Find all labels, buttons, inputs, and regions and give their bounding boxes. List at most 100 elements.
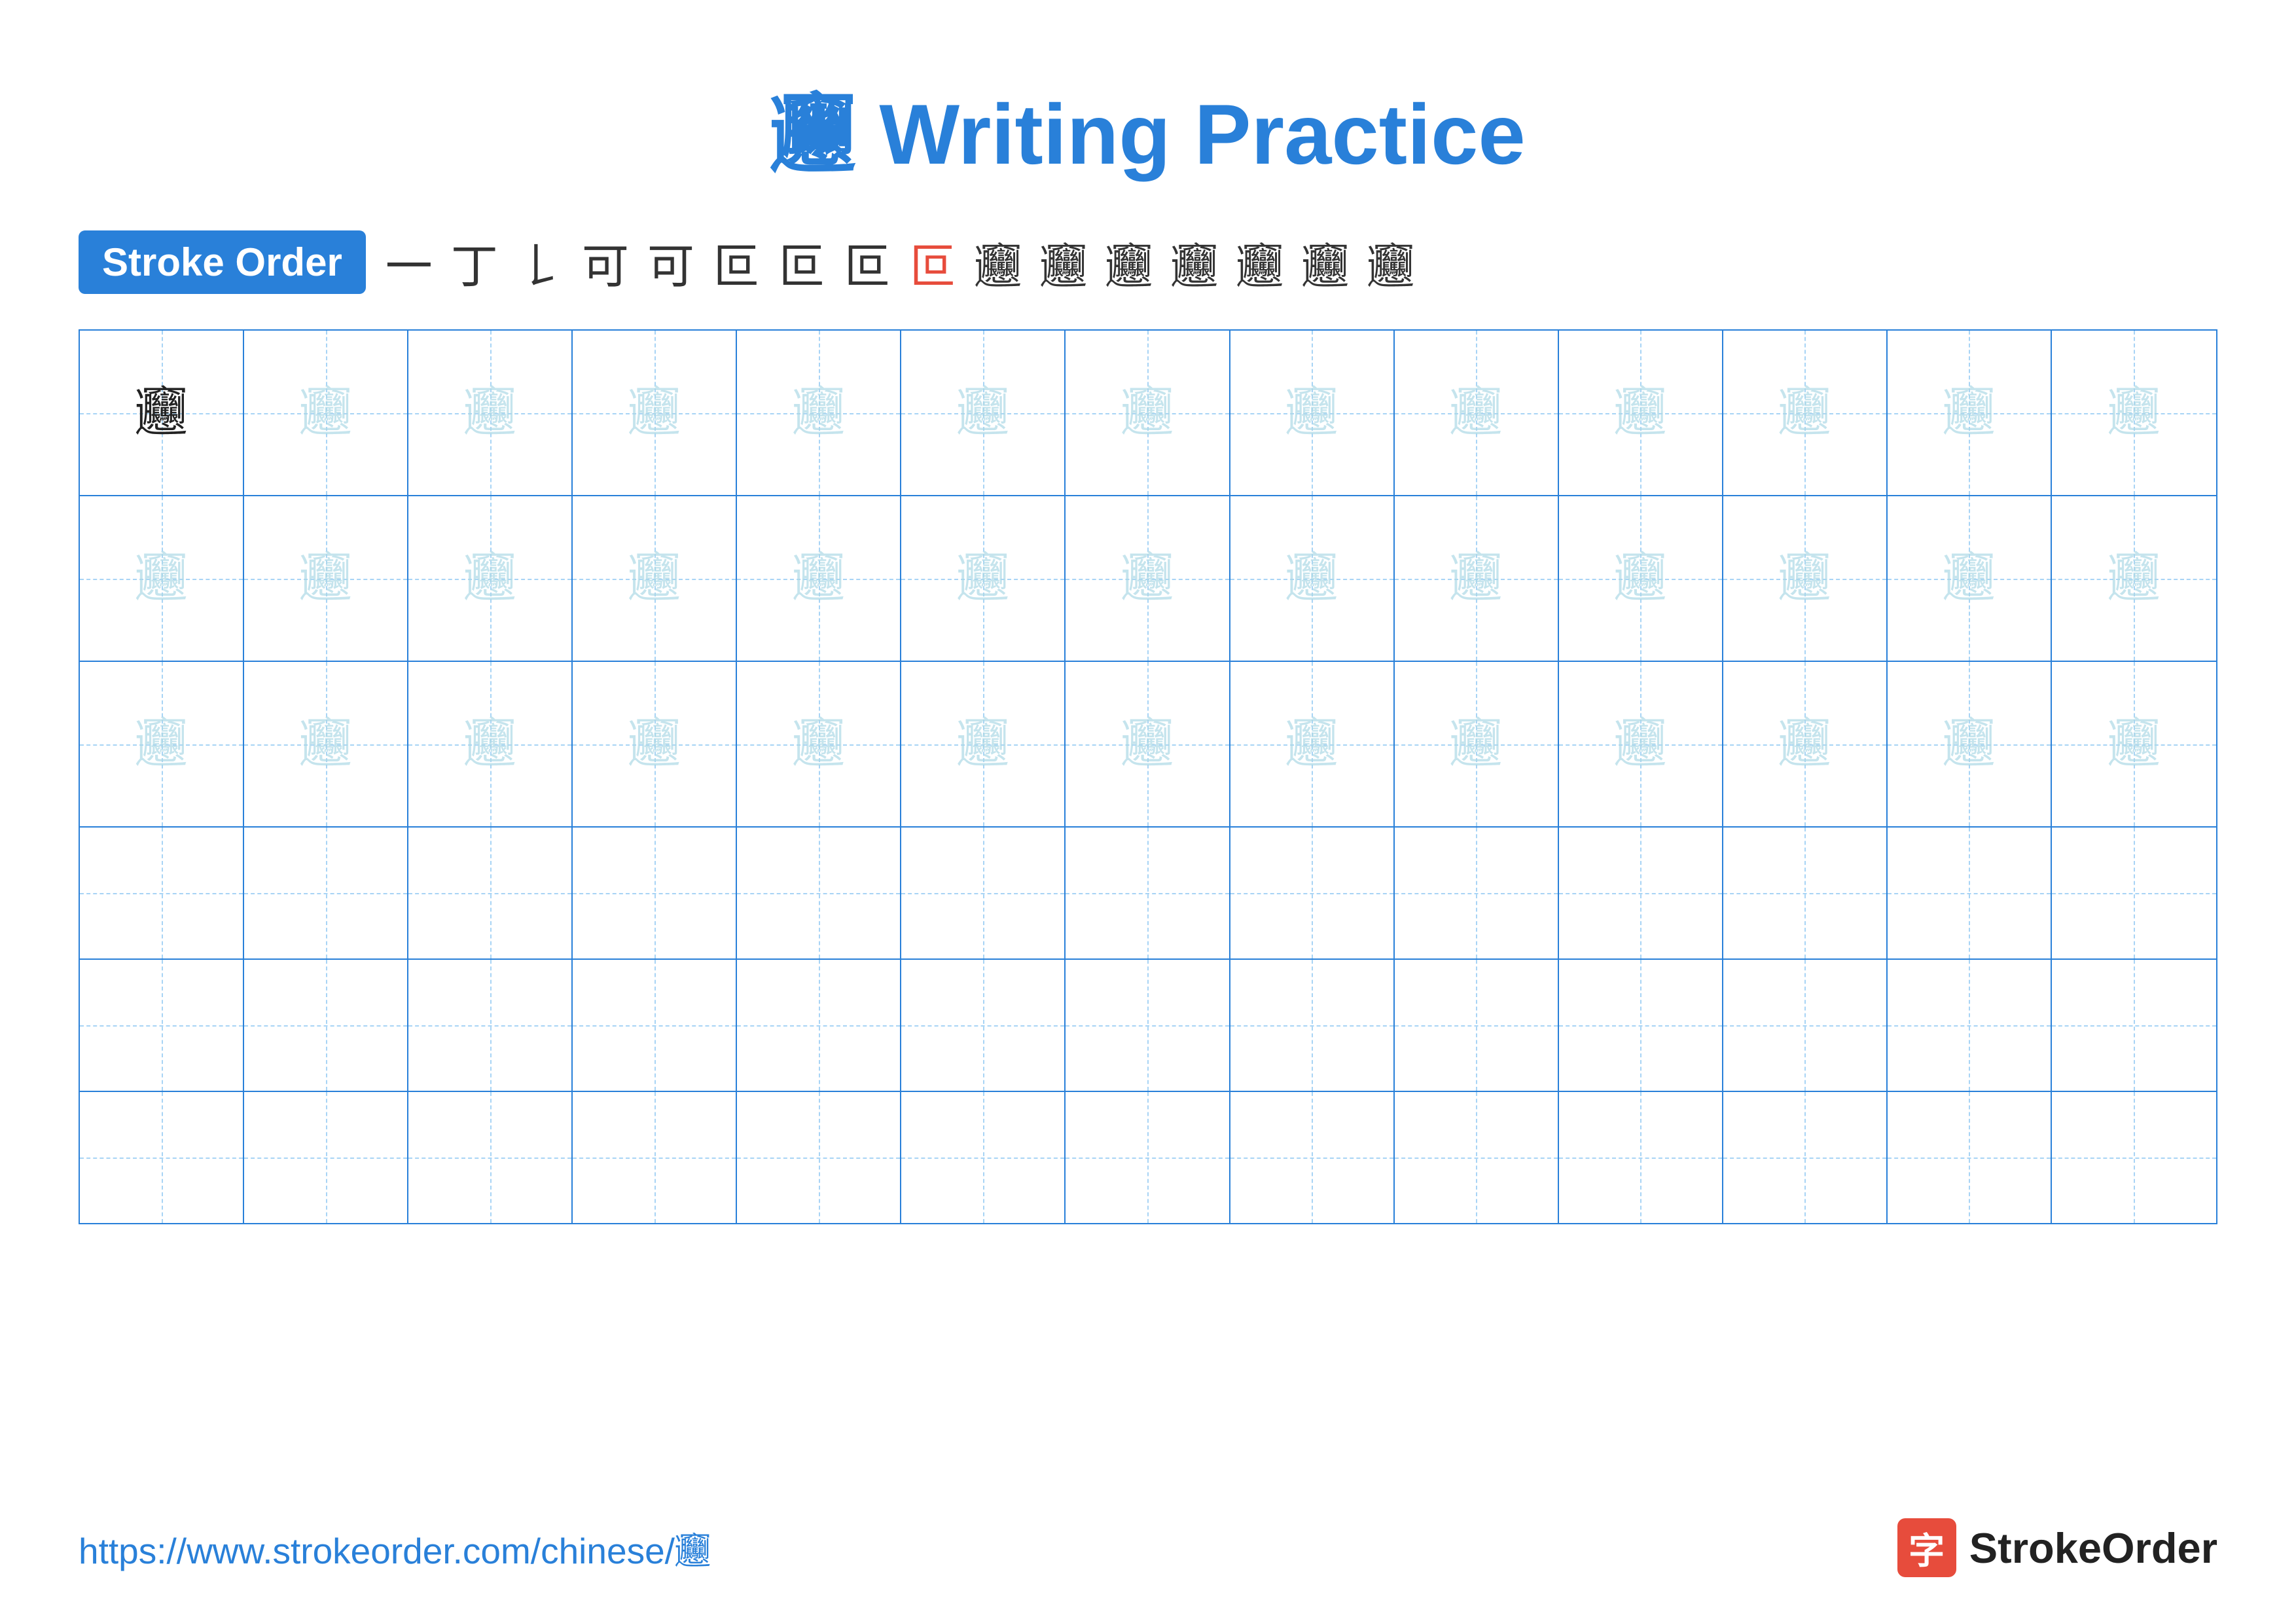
grid-cell-r4-c5[interactable] xyxy=(737,828,901,958)
grid-cell-r3-c1[interactable]: 𰻞 xyxy=(80,662,244,826)
stroke-6: 叵 xyxy=(713,228,760,297)
grid-cell-r4-c4[interactable] xyxy=(573,828,737,958)
stroke-16: 𰻞 xyxy=(1367,228,1414,297)
grid-cell-r5-c2[interactable] xyxy=(244,960,408,1091)
grid-cell-r3-c10[interactable]: 𰻞 xyxy=(1559,662,1723,826)
grid-cell-r6-c2[interactable] xyxy=(244,1092,408,1223)
grid-cell-r6-c10[interactable] xyxy=(1559,1092,1723,1223)
grid-cell-r2-c6[interactable]: 𰻞 xyxy=(901,496,1066,661)
grid-cell-r6-c11[interactable] xyxy=(1723,1092,1888,1223)
stroke-13: 𰻞 xyxy=(1171,228,1218,297)
grid-cell-r5-c6[interactable] xyxy=(901,960,1066,1091)
stroke-chars-container: 一 丁 𠄌 可 可 叵 叵 叵 叵 𰻞 𰻞 𰻞 𰻞 𰻞 𰻞 𰻞 xyxy=(386,228,1414,297)
grid-row-4-empty xyxy=(80,828,2216,960)
grid-cell-r6-c6[interactable] xyxy=(901,1092,1066,1223)
grid-cell-r6-c8[interactable] xyxy=(1230,1092,1395,1223)
grid-cell-r6-c1[interactable] xyxy=(80,1092,244,1223)
grid-cell-r1-c9[interactable]: 𰻞 xyxy=(1395,331,1559,495)
grid-cell-r3-c12[interactable]: 𰻞 xyxy=(1888,662,2052,826)
grid-cell-r1-c4[interactable]: 𰻞 xyxy=(573,331,737,495)
grid-cell-r1-c10[interactable]: 𰻞 xyxy=(1559,331,1723,495)
grid-cell-r2-c9[interactable]: 𰻞 xyxy=(1395,496,1559,661)
grid-cell-r1-c1[interactable]: 𰻞 xyxy=(80,331,244,495)
grid-cell-r4-c11[interactable] xyxy=(1723,828,1888,958)
grid-cell-r2-c11[interactable]: 𰻞 xyxy=(1723,496,1888,661)
grid-cell-r6-c12[interactable] xyxy=(1888,1092,2052,1223)
grid-cell-r2-c12[interactable]: 𰻞 xyxy=(1888,496,2052,661)
grid-cell-r4-c7[interactable] xyxy=(1066,828,1230,958)
page: 𰻞 Writing Practice Stroke Order 一 丁 𠄌 可 … xyxy=(0,0,2296,1623)
grid-cell-r2-c3[interactable]: 𰻞 xyxy=(408,496,573,661)
grid-cell-r6-c13[interactable] xyxy=(2052,1092,2216,1223)
grid-row-5-empty xyxy=(80,960,2216,1092)
grid-cell-r5-c1[interactable] xyxy=(80,960,244,1091)
grid-cell-r1-c11[interactable]: 𰻞 xyxy=(1723,331,1888,495)
grid-cell-r4-c1[interactable] xyxy=(80,828,244,958)
grid-cell-r5-c12[interactable] xyxy=(1888,960,2052,1091)
footer: https://www.strokeorder.com/chinese/𰻞 字 … xyxy=(79,1518,2217,1577)
grid-cell-r5-c5[interactable] xyxy=(737,960,901,1091)
grid-cell-r4-c8[interactable] xyxy=(1230,828,1395,958)
grid-cell-r3-c5[interactable]: 𰻞 xyxy=(737,662,901,826)
grid-cell-r5-c11[interactable] xyxy=(1723,960,1888,1091)
stroke-8: 叵 xyxy=(844,228,891,297)
grid-cell-r4-c9[interactable] xyxy=(1395,828,1559,958)
grid-cell-r2-c1[interactable]: 𰻞 xyxy=(80,496,244,661)
grid-cell-r4-c12[interactable] xyxy=(1888,828,2052,958)
grid-row-6-empty xyxy=(80,1092,2216,1223)
grid-cell-r4-c13[interactable] xyxy=(2052,828,2216,958)
grid-cell-r2-c8[interactable]: 𰻞 xyxy=(1230,496,1395,661)
title-section: 𰻞 Writing Practice xyxy=(79,65,2217,189)
grid-cell-r3-c3[interactable]: 𰻞 xyxy=(408,662,573,826)
grid-cell-r6-c5[interactable] xyxy=(737,1092,901,1223)
grid-cell-r1-c7[interactable]: 𰻞 xyxy=(1066,331,1230,495)
grid-cell-r4-c3[interactable] xyxy=(408,828,573,958)
grid-cell-r3-c13[interactable]: 𰻞 xyxy=(2052,662,2216,826)
grid-cell-r4-c2[interactable] xyxy=(244,828,408,958)
grid-cell-r5-c3[interactable] xyxy=(408,960,573,1091)
grid-cell-r3-c11[interactable]: 𰻞 xyxy=(1723,662,1888,826)
main-char-display: 𰻞 xyxy=(135,387,188,439)
grid-cell-r1-c3[interactable]: 𰻞 xyxy=(408,331,573,495)
grid-cell-r2-c7[interactable]: 𰻞 xyxy=(1066,496,1230,661)
grid-cell-r2-c2[interactable]: 𰻞 xyxy=(244,496,408,661)
grid-cell-r3-c2[interactable]: 𰻞 xyxy=(244,662,408,826)
grid-cell-r5-c8[interactable] xyxy=(1230,960,1395,1091)
grid-cell-r1-c8[interactable]: 𰻞 xyxy=(1230,331,1395,495)
grid-cell-r1-c2[interactable]: 𰻞 xyxy=(244,331,408,495)
grid-cell-r6-c9[interactable] xyxy=(1395,1092,1559,1223)
title-character: 𰻞 xyxy=(770,86,855,182)
stroke-12: 𰻞 xyxy=(1105,228,1153,297)
grid-cell-r1-c13[interactable]: 𰻞 xyxy=(2052,331,2216,495)
grid-cell-r5-c13[interactable] xyxy=(2052,960,2216,1091)
footer-logo: 字 StrokeOrder xyxy=(1897,1518,2217,1577)
stroke-2: 丁 xyxy=(451,228,498,297)
grid-cell-r1-c6[interactable]: 𰻞 xyxy=(901,331,1066,495)
grid-cell-r1-c5[interactable]: 𰻞 xyxy=(737,331,901,495)
grid-cell-r3-c4[interactable]: 𰻞 xyxy=(573,662,737,826)
grid-cell-r5-c10[interactable] xyxy=(1559,960,1723,1091)
grid-cell-r2-c4[interactable]: 𰻞 xyxy=(573,496,737,661)
grid-cell-r2-c5[interactable]: 𰻞 xyxy=(737,496,901,661)
grid-cell-r1-c12[interactable]: 𰻞 xyxy=(1888,331,2052,495)
grid-cell-r2-c10[interactable]: 𰻞 xyxy=(1559,496,1723,661)
grid-cell-r5-c7[interactable] xyxy=(1066,960,1230,1091)
stroke-14: 𰻞 xyxy=(1236,228,1283,297)
grid-cell-r3-c7[interactable]: 𰻞 xyxy=(1066,662,1230,826)
grid-cell-r6-c7[interactable] xyxy=(1066,1092,1230,1223)
practice-grid: 𰻞 𰻞 𰻞 𰻞 𰻞 𰻞 𰻞 𰻞 𰻞 𰻞 𰻞 𰻞 𰻞 𰻞 𰻞 𰻞 𰻞 𰻞 𰻞 𰻞 xyxy=(79,329,2217,1224)
grid-cell-r5-c9[interactable] xyxy=(1395,960,1559,1091)
footer-url[interactable]: https://www.strokeorder.com/chinese/𰻞 xyxy=(79,1522,711,1574)
grid-cell-r6-c3[interactable] xyxy=(408,1092,573,1223)
grid-cell-r6-c4[interactable] xyxy=(573,1092,737,1223)
grid-cell-r5-c4[interactable] xyxy=(573,960,737,1091)
grid-cell-r4-c6[interactable] xyxy=(901,828,1066,958)
stroke-7: 叵 xyxy=(778,228,825,297)
grid-cell-r3-c6[interactable]: 𰻞 xyxy=(901,662,1066,826)
grid-cell-r3-c9[interactable]: 𰻞 xyxy=(1395,662,1559,826)
grid-row-2: 𰻞 𰻞 𰻞 𰻞 𰻞 𰻞 𰻞 𰻞 𰻞 𰻞 𰻞 𰻞 𰻞 xyxy=(80,496,2216,662)
grid-cell-r3-c8[interactable]: 𰻞 xyxy=(1230,662,1395,826)
page-title: 𰻞 Writing Practice xyxy=(770,86,1525,182)
grid-cell-r4-c10[interactable] xyxy=(1559,828,1723,958)
grid-cell-r2-c13[interactable]: 𰻞 xyxy=(2052,496,2216,661)
